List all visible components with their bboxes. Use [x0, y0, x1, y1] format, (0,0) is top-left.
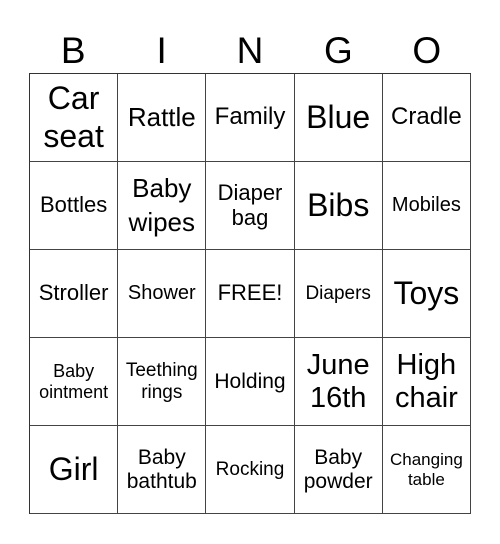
- bingo-cell[interactable]: Rocking: [206, 426, 295, 514]
- bingo-cell[interactable]: Baby ointment: [30, 338, 119, 426]
- bingo-cell[interactable]: Mobiles: [382, 162, 471, 250]
- header-letter-i: I: [156, 30, 167, 71]
- bingo-cell[interactable]: High chair: [382, 338, 471, 426]
- bingo-cell[interactable]: Blue: [294, 74, 383, 162]
- bingo-cell[interactable]: Baby wipes: [118, 162, 207, 250]
- bingo-cell[interactable]: Bottles: [30, 162, 119, 250]
- bingo-cell[interactable]: Baby powder: [294, 426, 383, 514]
- bingo-cell[interactable]: Diapers: [294, 250, 383, 338]
- bingo-cell[interactable]: Bibs: [294, 162, 383, 250]
- bingo-cell[interactable]: Holding: [206, 338, 295, 426]
- bingo-grid: Car seat Rattle Family Blue Cradle Bottl…: [29, 73, 471, 514]
- bingo-cell[interactable]: Car seat: [30, 74, 119, 162]
- bingo-cell[interactable]: Toys: [382, 250, 471, 338]
- bingo-header: B I N G O: [29, 29, 471, 73]
- bingo-cell[interactable]: Shower: [118, 250, 207, 338]
- bingo-cell[interactable]: Family: [206, 74, 295, 162]
- header-letter-n: N: [236, 30, 264, 71]
- bingo-cell[interactable]: June 16th: [294, 338, 383, 426]
- free-space-cell[interactable]: FREE!: [206, 250, 295, 338]
- bingo-cell[interactable]: Rattle: [118, 74, 207, 162]
- bingo-cell[interactable]: Changing table: [382, 426, 471, 514]
- header-letter-g: G: [323, 30, 353, 71]
- header-letter-o: O: [412, 30, 442, 71]
- header-letter-b: B: [60, 30, 86, 71]
- bingo-cell[interactable]: Teething rings: [118, 338, 207, 426]
- bingo-cell[interactable]: Baby bathtub: [118, 426, 207, 514]
- bingo-cell[interactable]: Girl: [30, 426, 119, 514]
- bingo-cell[interactable]: Cradle: [382, 74, 471, 162]
- bingo-cell[interactable]: Stroller: [30, 250, 119, 338]
- bingo-cell[interactable]: Diaper bag: [206, 162, 295, 250]
